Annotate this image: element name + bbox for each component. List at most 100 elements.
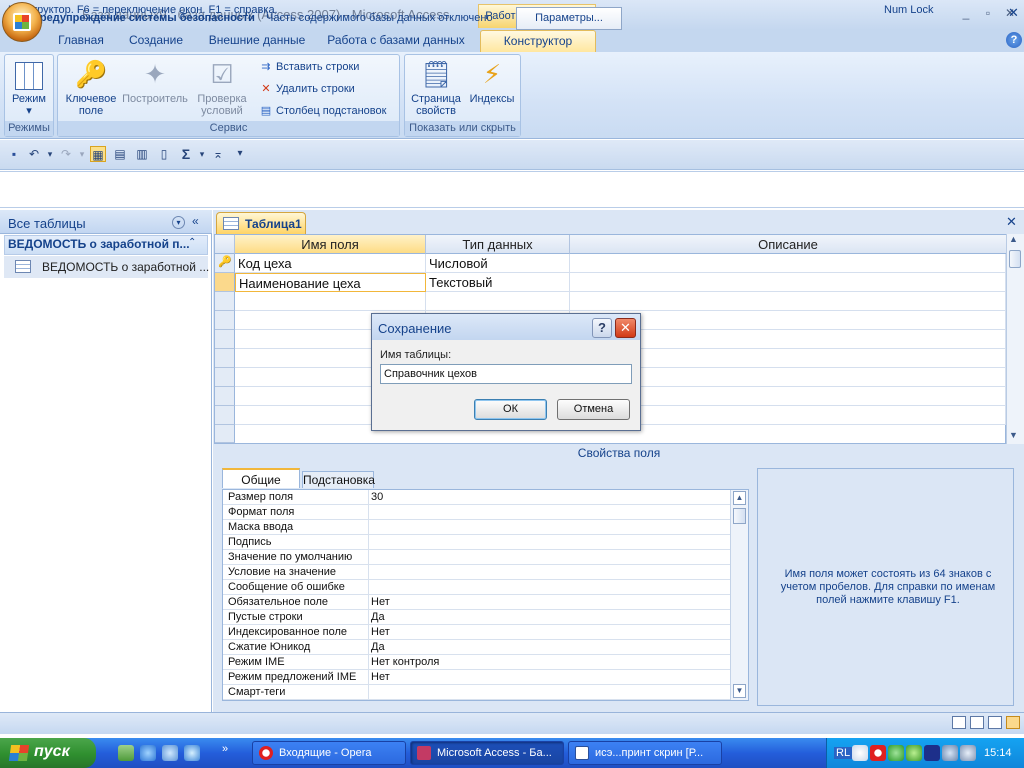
save-icon[interactable]: ▪ — [6, 146, 22, 162]
property-row[interactable]: Сообщение об ошибке — [223, 580, 730, 595]
property-sheet-button[interactable]: 🗒 Страница свойств — [407, 58, 465, 117]
sum-dropdown-icon[interactable]: ▾ — [194, 146, 210, 162]
property-row[interactable]: Условие на значение — [223, 565, 730, 580]
nav-menu-dropdown-icon[interactable]: ▾ — [172, 216, 185, 229]
field-name-cell[interactable] — [235, 292, 426, 311]
scroll-down-icon[interactable]: ▼ — [1009, 430, 1018, 440]
filter-icon[interactable]: ⌅ — [210, 146, 226, 162]
tab-create[interactable]: Создание — [122, 30, 190, 52]
column-header-data-type[interactable]: Тип данных — [426, 235, 570, 254]
form-icon[interactable]: ▥ — [134, 146, 150, 162]
row-selector[interactable] — [215, 349, 235, 368]
taskbar-opera[interactable]: Входящие - Opera — [252, 741, 406, 765]
document-tab[interactable]: Таблица1 — [216, 212, 306, 234]
close-icon[interactable]: ✕ — [1008, 5, 1019, 21]
property-row[interactable]: Размер поля 30 — [223, 490, 730, 505]
indexes-button[interactable]: ⚡ Индексы — [465, 58, 519, 105]
property-row[interactable]: Подпись — [223, 535, 730, 550]
office-button[interactable] — [2, 2, 42, 42]
mode-button[interactable]: Режим ▾ — [7, 58, 51, 117]
datasheet-icon[interactable]: ▤ — [112, 146, 128, 162]
volume-tray-icon[interactable] — [960, 745, 976, 761]
lookup-column-button[interactable]: ▤ Столбец подстановок — [258, 101, 387, 121]
column-header-description[interactable]: Описание — [570, 235, 1006, 254]
property-row[interactable]: Значение по умолчанию — [223, 550, 730, 565]
insert-rows-button[interactable]: ⇉ Вставить строки — [258, 57, 359, 77]
description-cell[interactable] — [570, 273, 1006, 292]
property-row[interactable]: Формат поля — [223, 505, 730, 520]
datasheet-view-icon[interactable] — [952, 716, 966, 729]
scroll-thumb[interactable] — [1009, 250, 1021, 268]
data-type-cell[interactable]: Текстовый — [426, 273, 570, 292]
tab-external-data[interactable]: Внешние данные — [200, 30, 314, 52]
media-player-tray-icon[interactable] — [924, 745, 940, 761]
property-value[interactable]: Да — [371, 641, 385, 653]
design-view-status-icon[interactable] — [1006, 716, 1020, 729]
property-value[interactable]: Нет контроля — [371, 656, 439, 668]
media-icon[interactable] — [184, 745, 200, 761]
quick-launch-more-icon[interactable]: » — [222, 743, 228, 755]
row-selector[interactable] — [215, 330, 235, 349]
status-tray-icon[interactable] — [888, 745, 904, 761]
table-name-input[interactable] — [380, 364, 632, 384]
design-view-icon[interactable]: ▦ — [90, 146, 106, 162]
opera-tray-icon[interactable] — [870, 745, 886, 761]
data-type-cell[interactable]: Числовой — [426, 254, 570, 273]
data-type-cell[interactable] — [426, 292, 570, 311]
undo-icon[interactable]: ↶ — [26, 146, 42, 162]
dialog-help-button[interactable]: ? — [592, 318, 612, 338]
property-value[interactable]: Да — [371, 611, 385, 623]
tab-database-tools[interactable]: Работа с базами данных — [322, 30, 470, 52]
minimize-button[interactable]: _ — [956, 6, 976, 20]
cancel-button[interactable]: Отмена — [557, 399, 630, 420]
field-name-cell[interactable]: Код цеха — [235, 254, 426, 273]
dialog-close-button[interactable]: ✕ — [615, 318, 636, 338]
row-selector[interactable] — [215, 311, 235, 330]
scroll-down-icon[interactable]: ▼ — [733, 684, 746, 698]
taskbar-access[interactable]: Microsoft Access - Ба... — [410, 741, 564, 765]
builder-button[interactable]: ✦ Построитель — [120, 58, 190, 105]
undo-dropdown-icon[interactable]: ▾ — [42, 146, 58, 162]
scroll-up-icon[interactable]: ▲ — [733, 491, 746, 505]
property-row[interactable]: Маска ввода — [223, 520, 730, 535]
row-selector[interactable] — [215, 292, 235, 311]
shutter-collapse-icon[interactable]: « — [192, 214, 199, 228]
row-selector[interactable] — [215, 387, 235, 406]
taskbar-paint[interactable]: исэ...принт скрин [Р... — [568, 741, 722, 765]
language-indicator[interactable]: RL — [834, 747, 853, 759]
tab-home[interactable]: Главная — [50, 30, 112, 52]
grid-scrollbar[interactable]: ▲ ▼ — [1006, 234, 1024, 444]
property-row[interactable]: Сжатие Юникод Да — [223, 640, 730, 655]
network-tray-icon[interactable] — [906, 745, 922, 761]
show-desktop-icon[interactable] — [118, 745, 134, 761]
pivot-table-view-icon[interactable] — [970, 716, 984, 729]
collapse-group-icon[interactable]: ⌃ — [188, 237, 196, 248]
field-name-cell[interactable]: Наименование цеха — [235, 273, 426, 292]
display-tray-icon[interactable] — [942, 745, 958, 761]
tab-general[interactable]: Общие — [222, 468, 300, 488]
row-selector[interactable] — [215, 425, 235, 443]
ok-button[interactable]: ОК — [474, 399, 547, 420]
delete-rows-button[interactable]: ✕ Удалить строки — [258, 79, 354, 99]
browser-icon[interactable] — [140, 745, 156, 761]
tray-icon[interactable] — [852, 745, 868, 761]
scroll-thumb[interactable] — [733, 508, 746, 524]
property-value[interactable]: 30 — [371, 491, 383, 503]
row-selector[interactable] — [215, 368, 235, 387]
scroll-up-icon[interactable]: ▲ — [1009, 234, 1018, 244]
messenger-icon[interactable] — [162, 745, 178, 761]
report-icon[interactable]: ▯ — [156, 146, 172, 162]
property-value[interactable]: Нет — [371, 596, 390, 608]
description-cell[interactable] — [570, 254, 1006, 273]
help-icon[interactable]: ? — [1006, 32, 1022, 48]
sum-icon[interactable]: Σ — [178, 146, 194, 162]
redo-dropdown-icon[interactable]: ▾ — [74, 146, 90, 162]
property-value[interactable]: Нет — [371, 671, 390, 683]
row-selector[interactable]: 🔑 — [215, 254, 235, 273]
pivot-chart-view-icon[interactable] — [988, 716, 1002, 729]
row-selector-current[interactable] — [215, 273, 235, 292]
description-cell[interactable] — [570, 292, 1006, 311]
maximize-button[interactable]: ▫ — [978, 6, 998, 20]
property-row[interactable]: Пустые строки Да — [223, 610, 730, 625]
properties-scrollbar[interactable]: ▲ ▼ — [730, 490, 748, 700]
